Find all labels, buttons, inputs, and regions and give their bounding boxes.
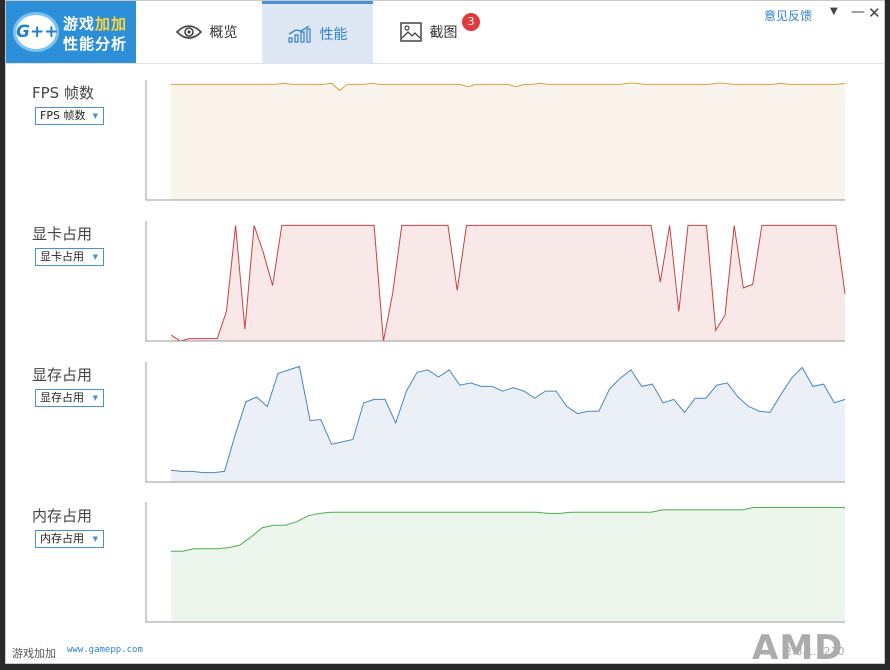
ram-chart-title: 内存占用	[32, 507, 93, 525]
close-button[interactable]: ✕	[868, 4, 881, 22]
vram-chart-title: 显存占用	[32, 366, 93, 384]
logo-line-2: 性能分析	[63, 35, 128, 53]
header-bar: G++ 游戏加加 性能分析 概览 性能 截图 3 意见反馈 ▼ — ✕	[6, 1, 884, 64]
image-icon	[399, 22, 422, 42]
ram-dropdown-value: 内存占用	[40, 532, 84, 545]
chevron-down-icon: ▼	[92, 535, 98, 543]
chevron-down-icon: ▼	[92, 253, 98, 261]
eye-icon	[175, 25, 202, 39]
fps-chart-title: FPS 帧数	[32, 84, 94, 102]
chevron-down-icon: ▼	[92, 394, 98, 402]
minimize-button[interactable]: —	[851, 4, 865, 20]
gpu-chart-title: 显卡占用	[32, 225, 93, 243]
fps-area-fill	[171, 83, 845, 200]
screenshot-count-badge: 3	[462, 13, 480, 31]
footer-brand: 游戏加加	[12, 647, 56, 660]
app-logo: G++ 游戏加加 性能分析	[6, 1, 136, 63]
trend-chart-icon	[287, 24, 311, 43]
feedback-link[interactable]: 意见反馈	[764, 7, 812, 24]
tab-overview-label: 概览	[209, 25, 238, 41]
vram-dropdown-value: 显存占用	[40, 391, 84, 404]
ram-metric-dropdown[interactable]: 内存占用 ▼	[35, 530, 104, 548]
fps-dropdown-value: FPS 帧数	[40, 109, 86, 122]
fps-metric-dropdown[interactable]: FPS 帧数 ▼	[35, 107, 104, 125]
tab-performance[interactable]: 性能	[262, 1, 373, 63]
tab-screenshot[interactable]: 截图	[373, 1, 484, 63]
footer-website-link[interactable]: www.gamepp.com	[67, 645, 143, 655]
version-label: 2.8.1.1210	[785, 645, 845, 658]
vram-metric-dropdown[interactable]: 显存占用 ▼	[35, 389, 104, 407]
tab-screenshot-label: 截图	[429, 25, 458, 41]
logo-line-1: 游戏加加	[63, 15, 128, 33]
tab-overview[interactable]: 概览	[151, 1, 262, 63]
menu-dropdown-icon[interactable]: ▼	[830, 6, 838, 17]
gpp-logo-icon: G++	[13, 12, 59, 52]
chevron-down-icon: ▼	[92, 112, 98, 120]
gpu-metric-dropdown[interactable]: 显卡占用 ▼	[35, 248, 104, 266]
gpu-dropdown-value: 显卡占用	[40, 250, 84, 263]
tab-performance-label: 性能	[319, 26, 348, 43]
